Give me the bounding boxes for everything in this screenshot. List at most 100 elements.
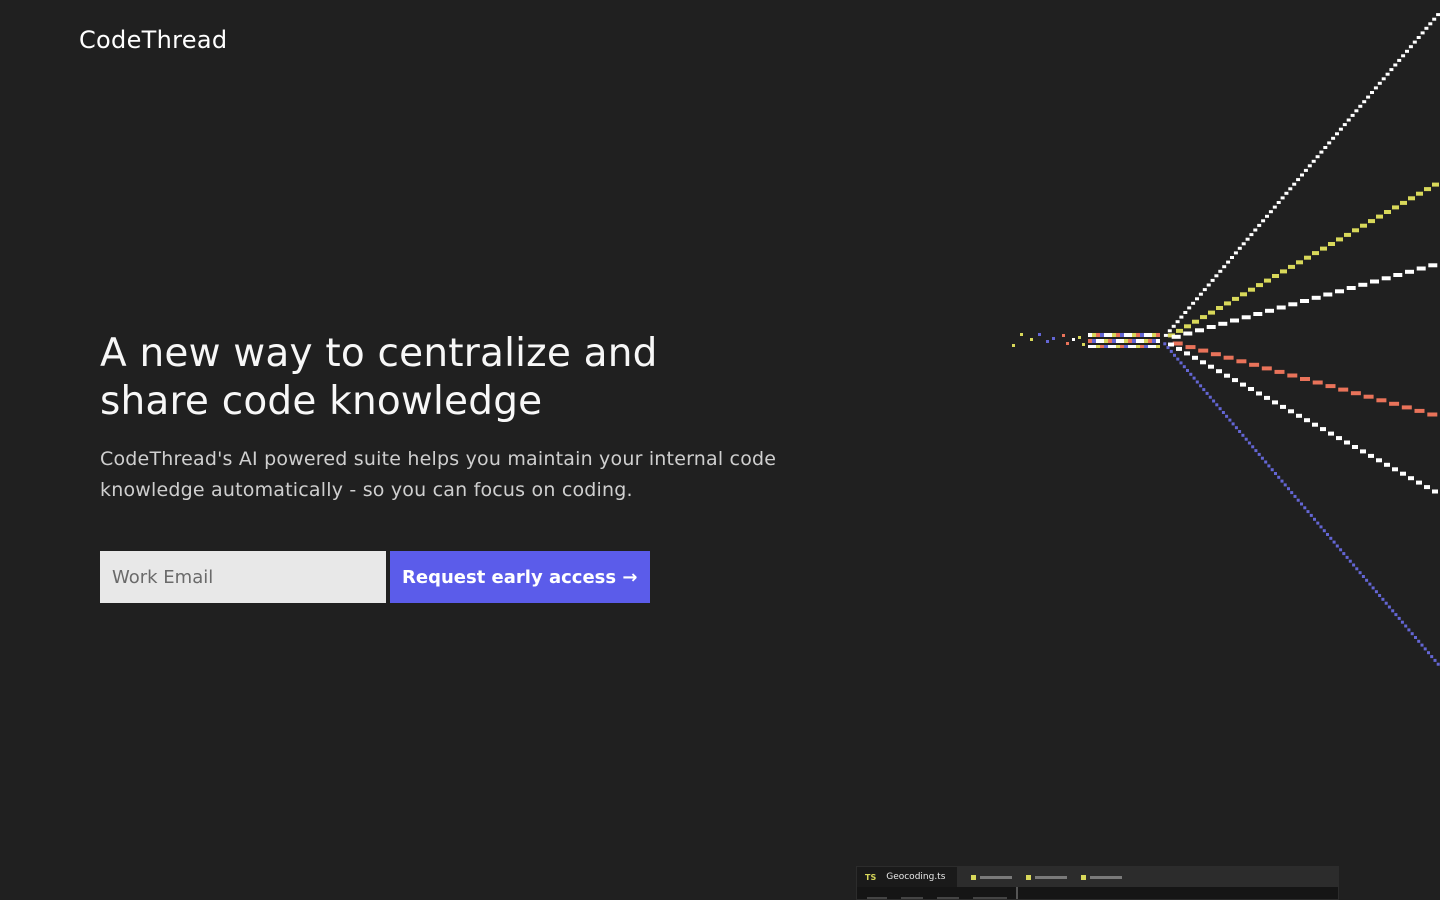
bundle-pixel [1088, 345, 1092, 348]
thread-white-upper-segment [1218, 269, 1223, 273]
bundle-pixel [1140, 345, 1144, 348]
thread-yellow-segment [1392, 205, 1399, 210]
hero-title: A new way to centralize and share code k… [100, 330, 780, 426]
thread-blue-segment [1342, 552, 1346, 556]
thread-white-mid-segment [1206, 325, 1216, 329]
thread-white-upper-segment [1222, 265, 1227, 269]
thread-blue-segment [1430, 655, 1434, 659]
thread-white-upper-segment [1284, 191, 1289, 195]
thread-white-upper-segment [1179, 315, 1184, 319]
editor-tab-placeholder-2[interactable] [1026, 874, 1067, 880]
thread-blue-segment [1231, 422, 1235, 426]
thread-blue-segment [1420, 643, 1424, 647]
thread-white-upper-segment [1175, 320, 1180, 324]
thread-blue-segment [1234, 426, 1238, 430]
editor-tab-placeholder-1[interactable] [971, 874, 1012, 880]
thread-yellow-segment [1272, 274, 1279, 278]
thread-blue-segment [1257, 452, 1261, 456]
thread-orange-segment [1376, 398, 1387, 403]
thread-white-upper-segment [1416, 36, 1421, 39]
thread-white-upper-segment [1432, 17, 1437, 21]
thread-white-upper-segment [1385, 72, 1390, 76]
thread-white-upper-segment [1311, 159, 1316, 163]
thread-blue-segment [1423, 647, 1427, 651]
thread-blue-segment [1241, 433, 1245, 437]
thread-white-lower-segment [1384, 462, 1390, 467]
scatter-pixel [1020, 333, 1023, 336]
thread-white-lower-segment [1424, 485, 1430, 490]
thread-white-upper-segment [1167, 329, 1172, 333]
thread-blue-segment [1199, 384, 1203, 388]
thread-white-lower-segment [1184, 351, 1190, 356]
scatter-pixel [1052, 337, 1055, 340]
thread-yellow-segment [1208, 310, 1215, 315]
thread-blue-segment [1339, 548, 1343, 552]
thread-white-upper-segment [1315, 155, 1320, 159]
scatter-pixel [1082, 343, 1085, 346]
thread-white-mid-segment [1370, 279, 1379, 284]
thread-white-lower-segment [1368, 453, 1374, 458]
thread-blue-segment [1195, 380, 1199, 384]
thread-white-mid-segment [1195, 328, 1204, 333]
thread-white-lower-segment [1224, 373, 1230, 378]
thread-blue-segment [1417, 639, 1421, 643]
bundle-pixel [1120, 333, 1124, 337]
thread-white-upper-segment [1210, 278, 1215, 282]
bundle-pixel [1156, 339, 1160, 343]
logo[interactable]: CodeThread [79, 25, 227, 55]
thread-blue-segment [1313, 517, 1316, 521]
thread-blue-segment [1352, 563, 1356, 567]
thread-white-mid-segment [1265, 308, 1274, 313]
thread-white-upper-segment [1268, 210, 1273, 214]
thread-orange-segment [1350, 391, 1361, 396]
request-early-access-label: Request early access → [402, 566, 638, 588]
thread-yellow-segment [1312, 251, 1319, 256]
thread-orange-segment [1287, 373, 1298, 378]
thread-blue-segment [1316, 521, 1320, 525]
thread-blue-segment [1244, 437, 1248, 441]
bundle-pixel [1092, 339, 1096, 343]
thread-blue-segment [1176, 357, 1180, 361]
bundle-pixel [1124, 339, 1128, 343]
thread-white-upper-segment [1370, 91, 1374, 94]
thread-blue-segment [1433, 658, 1437, 662]
thread-orange-segment [1223, 355, 1234, 360]
thread-blue-segment [1378, 594, 1382, 597]
thread-white-mid-segment [1335, 289, 1344, 294]
tab-placeholder-line [1090, 875, 1122, 879]
thread-white-upper-segment [1288, 187, 1293, 191]
editor-tab-geocoding[interactable]: TS Geocoding.ts [857, 867, 957, 887]
thread-blue-segment [1387, 605, 1391, 609]
thread-white-upper-segment [1230, 256, 1234, 259]
bundle-pixel [1144, 339, 1148, 343]
bundle-pixel [1096, 345, 1100, 348]
thread-orange-segment [1261, 366, 1272, 371]
thread-yellow-segment [1216, 306, 1223, 310]
thread-yellow-segment [1288, 264, 1295, 269]
thread-white-lower-segment [1256, 391, 1262, 396]
thread-white-upper-segment [1323, 146, 1328, 149]
thread-blue-segment [1254, 449, 1258, 453]
thread-white-mid-segment [1300, 299, 1309, 303]
thread-blue-segment [1296, 498, 1300, 502]
thread-white-upper-segment [1373, 86, 1378, 90]
thread-white-mid-segment [1405, 269, 1414, 274]
work-email-input[interactable] [100, 551, 386, 603]
thread-blue-segment [1287, 487, 1290, 491]
editor-tab-placeholder-3[interactable] [1081, 874, 1122, 880]
bundle-pixel [1104, 339, 1108, 343]
scatter-pixel [1012, 344, 1015, 347]
thread-white-upper-segment [1249, 233, 1254, 237]
thread-white-lower-segment [1328, 431, 1334, 436]
thread-orange-segment [1325, 384, 1336, 389]
thread-white-upper-segment [1292, 182, 1297, 186]
thread-white-lower-segment [1192, 355, 1198, 360]
thread-white-upper-segment [1366, 95, 1371, 99]
hero-subtitle-line-1: CodeThread's AI powered suite helps you … [100, 448, 777, 470]
thread-blue-segment [1280, 479, 1284, 483]
request-early-access-button[interactable]: Request early access → [390, 551, 650, 603]
thread-blue-segment [1332, 540, 1336, 544]
thread-blue-segment [1166, 346, 1170, 350]
bundle-pixel [1140, 339, 1144, 343]
bundle-pixel [1124, 333, 1128, 337]
